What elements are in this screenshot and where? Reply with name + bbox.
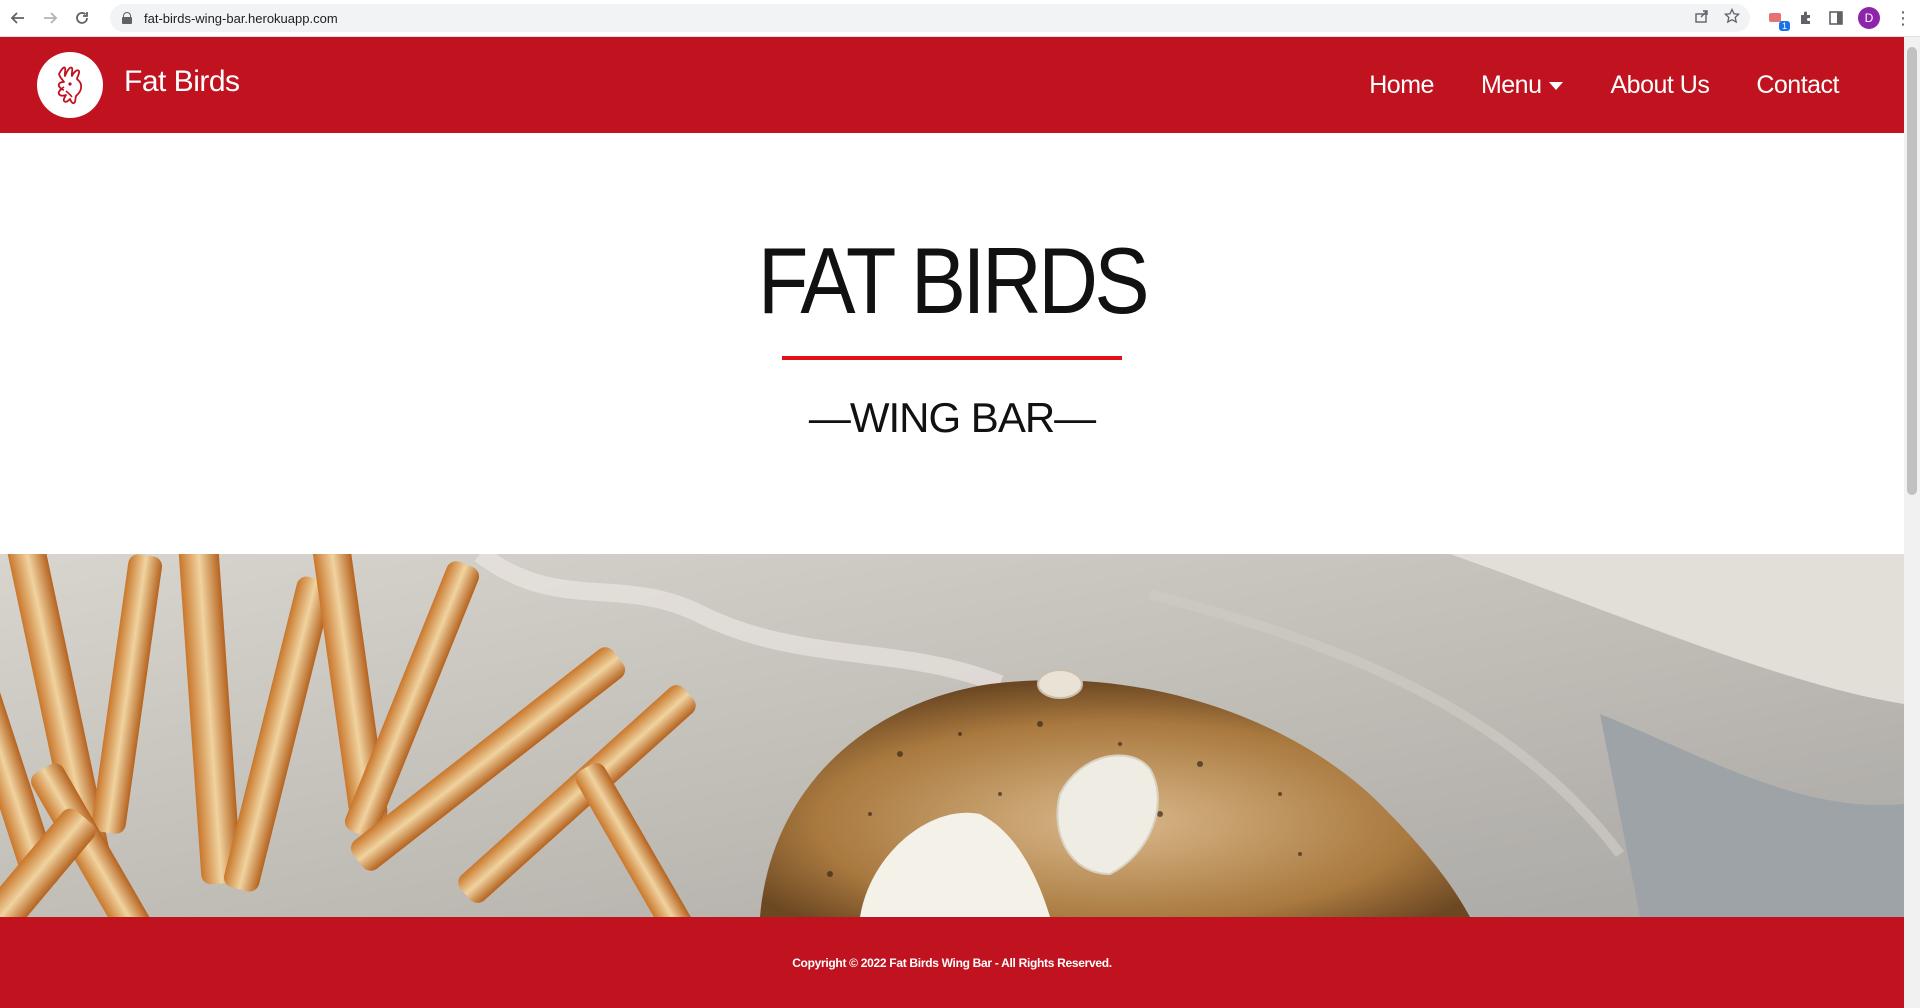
reload-icon[interactable] [68,4,96,32]
arrow-right-icon[interactable] [36,4,64,32]
lock-icon [122,12,132,24]
kebab-icon[interactable]: ⋮ [1894,8,1912,29]
nav-link-label: Home [1369,70,1434,99]
arrow-left-icon[interactable] [4,4,32,32]
nav-link-menu[interactable]: Menu [1481,71,1564,100]
extension-icon[interactable]: 1 [1768,10,1790,31]
avatar[interactable]: D [1858,7,1880,29]
copyright-text: Copyright © 2022 Fat Birds Wing Bar - Al… [792,955,1112,970]
browser-toolbar: fat-birds-wing-bar.herokuapp.com 1 D ⋮ [0,0,1920,37]
main-nav: Home Menu About Us Contact [1369,37,1839,133]
star-icon[interactable] [1723,7,1741,28]
page-scrollbar[interactable] [1904,37,1920,1008]
hero-divider [782,356,1122,360]
page-viewport: Fat Birds Home Menu About Us Contact FAT… [0,37,1904,1008]
caret-down-icon [1549,82,1564,90]
extension-badge: 1 [1778,21,1790,31]
url-text[interactable]: fat-birds-wing-bar.herokuapp.com [144,11,338,26]
address-bar[interactable]: fat-birds-wing-bar.herokuapp.com [110,4,1750,32]
nav-link-label: Contact [1756,70,1839,99]
hero-title: FAT BIRDS [757,228,1150,333]
rooster-logo-icon[interactable] [37,52,103,118]
nav-link-home[interactable]: Home [1369,71,1434,100]
brand-name[interactable]: Fat Birds [124,65,240,99]
site-footer: Copyright © 2022 Fat Birds Wing Bar - Al… [0,917,1904,1008]
side-panel-icon[interactable] [1828,10,1844,26]
scrollbar-thumb[interactable] [1907,47,1917,495]
site-navbar: Fat Birds Home Menu About Us Contact [0,37,1904,133]
nav-link-label: About Us [1610,70,1710,99]
nav-link-label: Menu [1480,70,1542,99]
share-icon[interactable] [1694,8,1710,28]
nav-link-contact[interactable]: Contact [1756,71,1839,100]
puzzle-icon[interactable] [1798,10,1814,26]
nav-link-about-us[interactable]: About Us [1610,71,1709,100]
hero-food-image [0,554,1904,917]
hero-subtitle: —WING BAR— [808,394,1096,441]
